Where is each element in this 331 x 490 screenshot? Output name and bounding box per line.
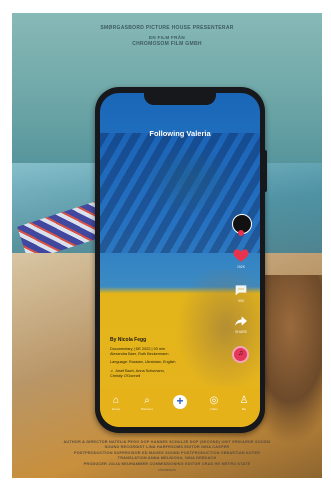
nav-inbox-label: Inbox [210,407,218,411]
nav-inbox[interactable]: ◎ Inbox [204,395,224,411]
follow-plus-icon[interactable] [238,230,244,236]
poster: SMØRGASBORD PICTURE HOUSE PRESENTERAR EN… [12,13,322,478]
music-note-icon: ♫ [110,368,113,373]
likes-count: 192K [237,265,245,269]
comment-icon[interactable] [233,282,249,298]
presenter-credit: SMØRGASBORD PICTURE HOUSE PRESENTERAR [100,25,234,31]
phone-side-button [263,150,267,192]
studio-logo: chromosom [158,468,176,473]
nav-discover[interactable]: ⌕ Discover [137,395,157,411]
profile-icon: ♙ [239,395,249,406]
comments-count: 900 [238,299,244,303]
phone-screen: Following Valeria 192K 900 SHARE ♫ By Ni… [100,93,260,427]
feed-photo-top [100,133,260,253]
search-icon: ⌕ [144,395,150,406]
phone-notch [144,93,216,105]
credit-line-5: PRODUCER JULIA NEUHAMMER COMMISSIONING E… [83,461,251,466]
bottom-nav: ⌂ Home ⌕ Discover + ◎ Inbox ♙ Me [100,387,260,427]
inbox-icon: ◎ [209,395,219,406]
heart-icon[interactable] [232,246,250,264]
nav-me-label: Me [241,407,247,411]
feed-title[interactable]: Following Valeria [100,129,260,138]
phone-mockup: Following Valeria 192K 900 SHARE ♫ By Ni… [95,87,265,433]
share-label: SHARE [235,330,247,334]
post-info: By Nicola Fegg Documentary | DE 2022 | 9… [110,337,220,379]
post-author[interactable]: By Nicola Fegg [110,337,220,343]
nav-home[interactable]: ⌂ Home [106,395,126,411]
post-music-line-2: Christly O'Donnell [110,374,141,378]
post-music-line-1: Josef Bach, Anna Schumann, [115,369,165,373]
add-post-button[interactable]: + [173,395,187,409]
credit-block: AUTHOR & DIRECTOR NATELIA PEGG DOP HANNE… [12,440,322,473]
nav-me[interactable]: ♙ Me [234,395,254,411]
nav-discover-label: Discover [141,407,153,411]
share-icon[interactable] [233,313,249,329]
music-disc-icon[interactable]: ♫ [232,346,249,363]
studio-credit: CHROMOSOM FILM GMBH [132,41,202,47]
film-from-credit: EN FILM FRÅN [148,35,185,40]
nav-home-label: Home [111,407,120,411]
home-icon: ⌂ [112,395,120,406]
